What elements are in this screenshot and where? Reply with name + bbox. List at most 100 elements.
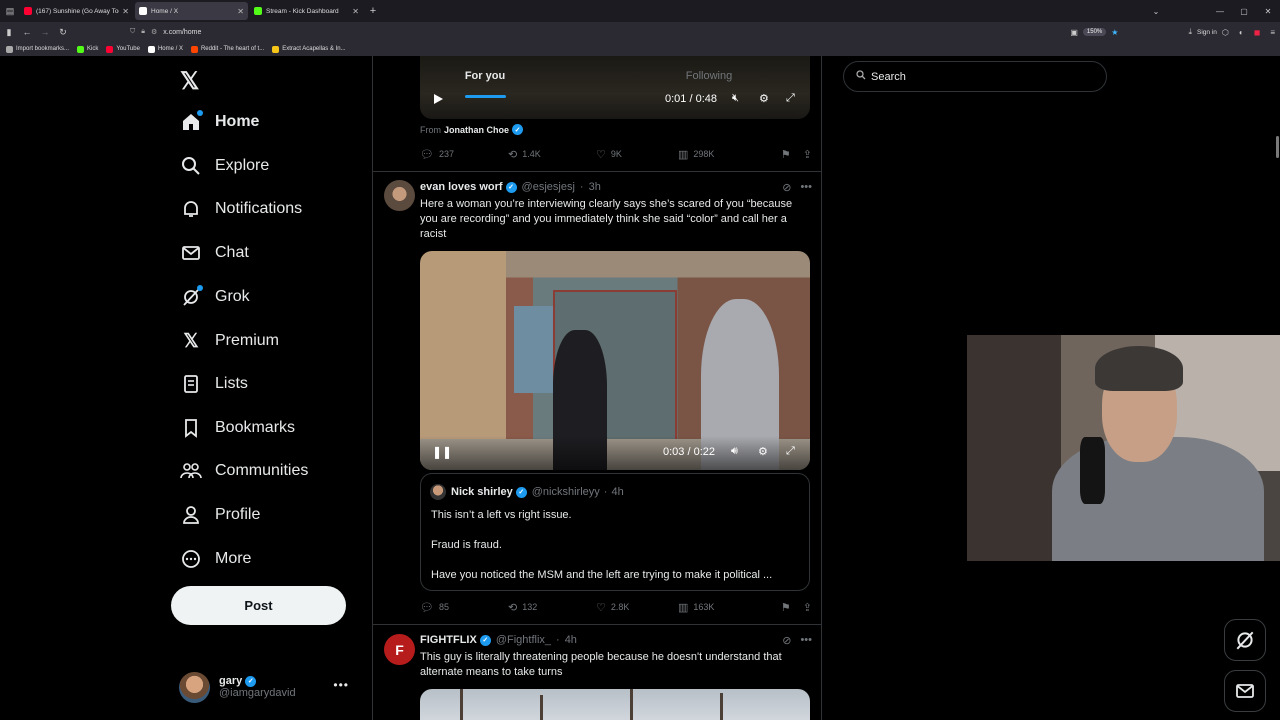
bookmark-icon[interactable]: ⚑	[781, 148, 791, 161]
bookmark-x[interactable]: Home / X	[147, 45, 183, 53]
browser-tab-x-home[interactable]: Home / X ✕	[135, 2, 248, 20]
tab-overflow-icon[interactable]: ⌄	[1144, 7, 1168, 16]
x-logo-icon[interactable]: 𝕏	[180, 67, 199, 96]
url-bar[interactable]: ⛉ 🔒︎ ⚙︎ x.com/home	[130, 25, 1030, 39]
menu-icon[interactable]: ≡	[1270, 28, 1275, 37]
star-icon[interactable]: ★	[1111, 28, 1118, 37]
zoom-level-badge[interactable]: 150%	[1082, 28, 1107, 36]
volume-icon[interactable]: 🔊︎	[731, 445, 738, 458]
kick-favicon-icon	[254, 7, 262, 15]
bookmark-youtube[interactable]: YouTube	[106, 45, 140, 53]
tab-list-icon[interactable]: ▤	[0, 0, 20, 22]
like-button[interactable]: ♡ 2.8K	[596, 601, 678, 614]
tab-close-icon[interactable]: ✕	[237, 7, 244, 16]
new-tab-button[interactable]: +	[365, 3, 381, 19]
kick-icon	[77, 45, 85, 53]
tweet-actions: 💬︎ 237 ⟲ 1.4K ♡ 9K ▥ 298K ⚑ ⇪	[420, 146, 812, 162]
repost-button[interactable]: ⟲ 1.4K	[508, 148, 596, 161]
settings-icon[interactable]: ⚙︎	[758, 445, 768, 458]
profile-extension-icon[interactable]: ◼	[1254, 28, 1261, 37]
tweet-time[interactable]: 4h	[565, 634, 577, 646]
extension-icon[interactable]: ⬡	[1222, 28, 1229, 37]
x-icon	[147, 45, 155, 53]
share-icon[interactable]: ⇪	[803, 148, 812, 161]
video-thumbnail[interactable]	[420, 689, 810, 720]
sidebar-item-communities[interactable]: Communities	[180, 453, 308, 489]
views-button[interactable]: ▥ 298K	[678, 148, 714, 161]
minimize-icon[interactable]: —	[1208, 7, 1232, 16]
bookmark-kick[interactable]: Kick	[77, 45, 98, 53]
sidebar-item-lists[interactable]: Lists	[180, 366, 248, 402]
sidebar-item-notifications[interactable]: Notifications	[180, 191, 302, 227]
sidebar-item-home[interactable]: Home	[180, 104, 259, 140]
tab-for-you[interactable]: For you	[373, 56, 597, 98]
grok-floating-button[interactable]	[1224, 619, 1266, 661]
views-button[interactable]: ▥ 163K	[678, 601, 714, 614]
author-name[interactable]: evan loves worf	[420, 181, 503, 193]
sidebar-item-bookmarks[interactable]: Bookmarks	[180, 410, 295, 446]
sign-in-button[interactable]: Sign in	[1197, 29, 1217, 36]
webcam-overlay	[967, 335, 1280, 561]
like-button[interactable]: ♡ 9K	[596, 148, 678, 161]
share-icon[interactable]: ⇪	[803, 601, 812, 614]
search-icon	[180, 155, 202, 177]
sidebar-item-grok[interactable]: Grok	[180, 279, 250, 315]
tune-icon: ⚙︎	[150, 29, 158, 36]
more-horizontal-icon[interactable]: •••	[800, 181, 812, 194]
tab-following[interactable]: Following	[597, 56, 821, 96]
browser-tab-youtube[interactable]: (167) Sunshine (Go Away Today) ✕	[20, 2, 133, 20]
author-handle[interactable]: @Fightflix_	[496, 634, 551, 646]
account-switcher[interactable]: gary ✓ @iamgarydavid •••	[179, 670, 359, 704]
home-icon	[180, 110, 203, 133]
extension-icon-2[interactable]: ◐	[1239, 28, 1244, 37]
more-horizontal-icon[interactable]: •••	[333, 678, 349, 692]
forward-icon[interactable]: →	[36, 27, 54, 37]
reply-button[interactable]: 💬︎ 237	[420, 148, 508, 161]
reply-button[interactable]: 💬︎ 85	[420, 601, 508, 614]
tab-close-icon[interactable]: ✕	[122, 7, 129, 16]
toolbar-right: ▣ 150% ★ ⤓ Sign in ⬡ ◐ ◼ ≡	[1065, 22, 1280, 42]
reader-view-icon[interactable]: ▣	[1070, 28, 1078, 37]
back-icon[interactable]: ←	[18, 27, 36, 37]
more-horizontal-icon[interactable]: •••	[800, 634, 812, 647]
download-icon[interactable]: ⤓	[1188, 27, 1192, 37]
bookmark-reddit[interactable]: Reddit - The heart of t...	[190, 45, 264, 53]
close-window-icon[interactable]: ✕	[1256, 7, 1280, 16]
reload-icon[interactable]: ↻	[54, 27, 72, 38]
sidebar-item-profile[interactable]: Profile	[180, 497, 260, 533]
tab-close-icon[interactable]: ✕	[352, 7, 359, 16]
browser-tab-kick[interactable]: Stream - Kick Dashboard ✕	[250, 2, 363, 20]
search-input[interactable]: Search	[843, 61, 1107, 92]
maximize-icon[interactable]: ▢	[1232, 7, 1256, 16]
bookmark-acapellas[interactable]: Extract Acapellas & In...	[272, 45, 346, 53]
tab-label: (167) Sunshine (Go Away Today)	[36, 7, 119, 15]
messages-floating-button[interactable]	[1224, 670, 1266, 712]
grok-icon[interactable]: ⊘	[782, 181, 791, 194]
post-button[interactable]: Post	[171, 586, 346, 625]
analytics-icon: ▥	[678, 148, 689, 161]
source-name-link[interactable]: Jonathan Choe	[444, 125, 509, 135]
repost-button[interactable]: ⟲ 132	[508, 601, 596, 614]
sidebar-item-premium[interactable]: 𝕏 Premium	[180, 323, 279, 359]
bookmark-icon[interactable]: ⚑	[781, 601, 791, 614]
pause-icon[interactable]: ❚❚	[432, 445, 452, 459]
sidebar-item-explore[interactable]: Explore	[180, 148, 269, 184]
youtube-icon	[106, 45, 114, 53]
grok-icon[interactable]: ⊘	[782, 634, 791, 647]
feed-tabs: For you Following	[373, 56, 821, 98]
tweet-time[interactable]: 3h	[589, 181, 601, 193]
sidebar-item-chat[interactable]: Chat	[180, 235, 249, 271]
bookmark-import[interactable]: Import bookmarks...	[6, 45, 69, 53]
sidebar-item-more[interactable]: More	[180, 541, 251, 577]
import-icon	[6, 45, 13, 53]
author-name[interactable]: FIGHTFLIX	[420, 634, 477, 646]
sidebar-toggle-icon[interactable]: ▮	[0, 27, 18, 38]
quoted-tweet[interactable]: Nick shirley ✓ @nickshirleyy · 4h This i…	[420, 473, 810, 591]
scrollbar-thumb[interactable]	[1276, 136, 1279, 158]
author-handle[interactable]: @esjesjesj	[522, 181, 575, 193]
author-avatar[interactable]: F	[384, 634, 415, 665]
fullscreen-icon[interactable]: ⤢	[786, 445, 795, 458]
video-player[interactable]: ❚❚ 0:03 / 0:22 🔊︎ ⚙︎ ⤢	[420, 251, 810, 470]
author-avatar[interactable]	[384, 180, 415, 211]
bookmark-icon	[180, 417, 202, 439]
